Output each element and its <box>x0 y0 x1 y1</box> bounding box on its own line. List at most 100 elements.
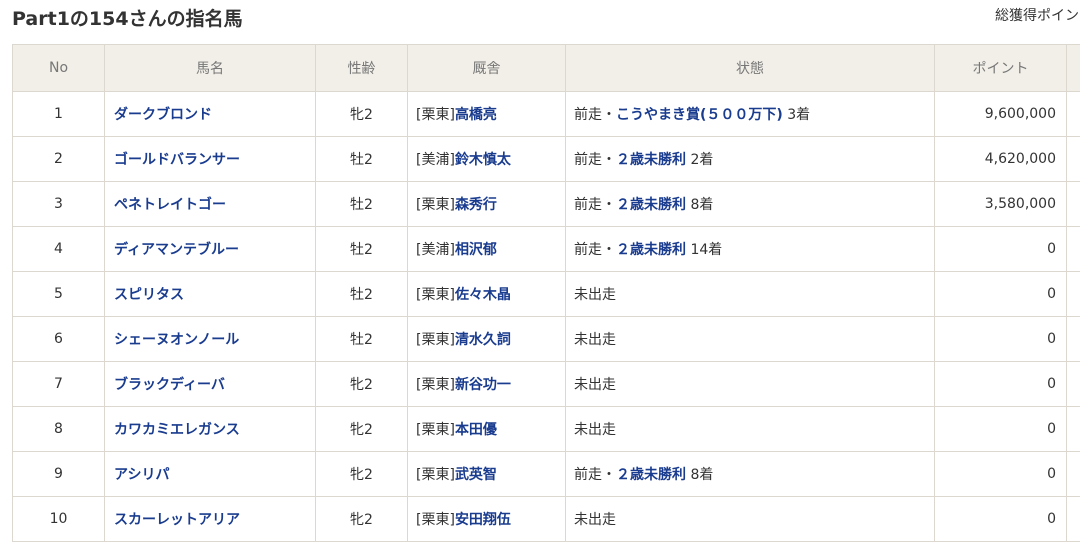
stable-region: [栗東] <box>416 467 455 483</box>
row-number: 2 <box>12 136 105 182</box>
status-cell: 未出走 <box>565 316 935 362</box>
horse-name-link[interactable]: ディアマンテブルー <box>113 242 239 258</box>
status-prefix: 前走・ <box>574 197 616 213</box>
sex-age: 牝2 <box>315 406 408 452</box>
status-prefix: 前走・ <box>574 467 616 483</box>
status-cell: 未出走 <box>565 271 935 317</box>
sex-age: 牡2 <box>315 181 408 227</box>
stable-region: [美浦] <box>416 242 455 258</box>
table-row: 3 ペネトレイトゴー 牡2 [栗東]森秀行 前走・２歳未勝利 8着 3,580,000 <box>12 181 1080 227</box>
horse-name-link[interactable]: カワカミエレガンス <box>113 422 240 438</box>
extra-cell <box>1066 181 1080 227</box>
table-body: 1 ダークブロンド 牝2 [栗東]高橋亮 前走・こうやまき賞(５００万下) 3着 9,60… <box>12 91 1080 542</box>
status-cell: 前走・２歳未勝利 14着 <box>565 226 935 272</box>
trainer-link[interactable]: 武英智 <box>455 467 497 483</box>
sex-age: 牝2 <box>315 451 408 497</box>
horse-name-link[interactable]: スカーレットアリア <box>113 512 240 528</box>
horse-name-link[interactable]: アシリパ <box>113 467 169 483</box>
sex-age: 牡2 <box>315 316 408 362</box>
stable-region: [栗東] <box>416 197 455 213</box>
status-prefix: 前走・ <box>574 107 616 123</box>
column-header-status[interactable]: 状態 <box>565 44 935 92</box>
horse-name-link[interactable]: シェーヌオンノール <box>113 332 239 348</box>
status-cell: 未出走 <box>565 361 935 407</box>
extra-cell <box>1066 406 1080 452</box>
horse-name-link[interactable]: スピリタス <box>113 287 184 303</box>
sex-age: 牝2 <box>315 496 408 542</box>
column-header-horse[interactable]: 馬名 <box>104 44 316 92</box>
points-value: 0 <box>934 406 1067 452</box>
table-row: 7 ブラックディーバ 牝2 [栗東]新谷功一 未出走 0 <box>12 361 1080 407</box>
table-row: 2 ゴールドバランサー 牡2 [美浦]鈴木慎太 前走・２歳未勝利 2着 4,620,000 <box>12 136 1080 182</box>
column-header-stable[interactable]: 厩舎 <box>407 44 566 92</box>
row-number: 7 <box>12 361 105 407</box>
points-value: 9,600,000 <box>934 91 1067 137</box>
stable-region: [栗東] <box>416 287 455 303</box>
table-row: 10 スカーレットアリア 牝2 [栗東]安田翔伍 未出走 0 <box>12 496 1080 542</box>
sex-age: 牡2 <box>315 136 408 182</box>
race-link[interactable]: ２歳未勝利 <box>616 152 686 168</box>
table-row: 6 シェーヌオンノール 牡2 [栗東]清水久詞 未出走 0 <box>12 316 1080 362</box>
table-row: 8 カワカミエレガンス 牝2 [栗東]本田優 未出走 0 <box>12 406 1080 452</box>
points-value: 0 <box>934 361 1067 407</box>
race-link[interactable]: こうやまき賞(５００万下) <box>616 107 783 123</box>
status-prefix: 前走・ <box>574 152 616 168</box>
horse-name-link[interactable]: ブラックディーバ <box>113 377 225 393</box>
points-value: 4,620,000 <box>934 136 1067 182</box>
horse-name-link[interactable]: ダークブロンド <box>113 107 212 123</box>
table-row: 5 スピリタス 牡2 [栗東]佐々木晶 未出走 0 <box>12 271 1080 317</box>
race-link[interactable]: ２歳未勝利 <box>616 242 686 258</box>
row-number: 4 <box>12 226 105 272</box>
horse-name-link[interactable]: ゴールドバランサー <box>113 152 240 168</box>
trainer-link[interactable]: 安田翔伍 <box>455 512 511 528</box>
sex-age: 牡2 <box>315 271 408 317</box>
row-number: 8 <box>12 406 105 452</box>
points-value: 0 <box>934 226 1067 272</box>
points-value: 0 <box>934 271 1067 317</box>
extra-cell <box>1066 496 1080 542</box>
status-prefix: 未出走 <box>574 287 616 303</box>
extra-cell <box>1066 91 1080 137</box>
trainer-link[interactable]: 佐々木晶 <box>455 287 511 303</box>
extra-cell <box>1066 226 1080 272</box>
total-points-label: 総獲得ポイン <box>995 8 1079 24</box>
page-title: Part1の154さんの指名馬 <box>12 8 243 30</box>
table-row: 1 ダークブロンド 牝2 [栗東]高橋亮 前走・こうやまき賞(５００万下) 3着 9,60… <box>12 91 1080 137</box>
table-row: 9 アシリパ 牝2 [栗東]武英智 前走・２歳未勝利 8着 0 <box>12 451 1080 497</box>
points-value: 3,580,000 <box>934 181 1067 227</box>
row-number: 10 <box>12 496 105 542</box>
trainer-link[interactable]: 清水久詞 <box>455 332 511 348</box>
stable-region: [栗東] <box>416 332 455 348</box>
trainer-link[interactable]: 鈴木慎太 <box>455 152 511 168</box>
points-value: 0 <box>934 316 1067 362</box>
table-header-row: No 馬名 性齢 厩舎 状態 ポイント <box>12 44 1080 92</box>
race-place: 8着 <box>690 197 714 213</box>
trainer-link[interactable]: 本田優 <box>455 422 497 438</box>
status-cell: 未出走 <box>565 496 935 542</box>
points-value: 0 <box>934 451 1067 497</box>
status-prefix: 未出走 <box>574 332 616 348</box>
trainer-link[interactable]: 森秀行 <box>455 197 497 213</box>
stable-region: [美浦] <box>416 152 455 168</box>
status-cell: 前走・２歳未勝利 2着 <box>565 136 935 182</box>
stable-region: [栗東] <box>416 422 455 438</box>
race-link[interactable]: ２歳未勝利 <box>616 467 686 483</box>
trainer-link[interactable]: 新谷功一 <box>455 377 511 393</box>
page: Part1の154さんの指名馬 総獲得ポイン No 馬名 性齢 厩舎 状態 ポイ… <box>0 0 1080 549</box>
trainer-link[interactable]: 高橋亮 <box>455 107 497 123</box>
race-place: 2着 <box>690 152 714 168</box>
column-header-points[interactable]: ポイント <box>934 44 1067 92</box>
extra-cell <box>1066 451 1080 497</box>
row-number: 1 <box>12 91 105 137</box>
points-value: 0 <box>934 496 1067 542</box>
trainer-link[interactable]: 相沢郁 <box>455 242 497 258</box>
column-header-no[interactable]: No <box>12 44 105 92</box>
race-place: 14着 <box>690 242 723 258</box>
column-header-sex-age[interactable]: 性齢 <box>315 44 408 92</box>
status-cell: 前走・２歳未勝利 8着 <box>565 181 935 227</box>
stable-region: [栗東] <box>416 512 455 528</box>
stable-region: [栗東] <box>416 377 455 393</box>
horse-name-link[interactable]: ペネトレイトゴー <box>113 197 226 213</box>
race-link[interactable]: ２歳未勝利 <box>616 197 686 213</box>
status-cell: 未出走 <box>565 406 935 452</box>
